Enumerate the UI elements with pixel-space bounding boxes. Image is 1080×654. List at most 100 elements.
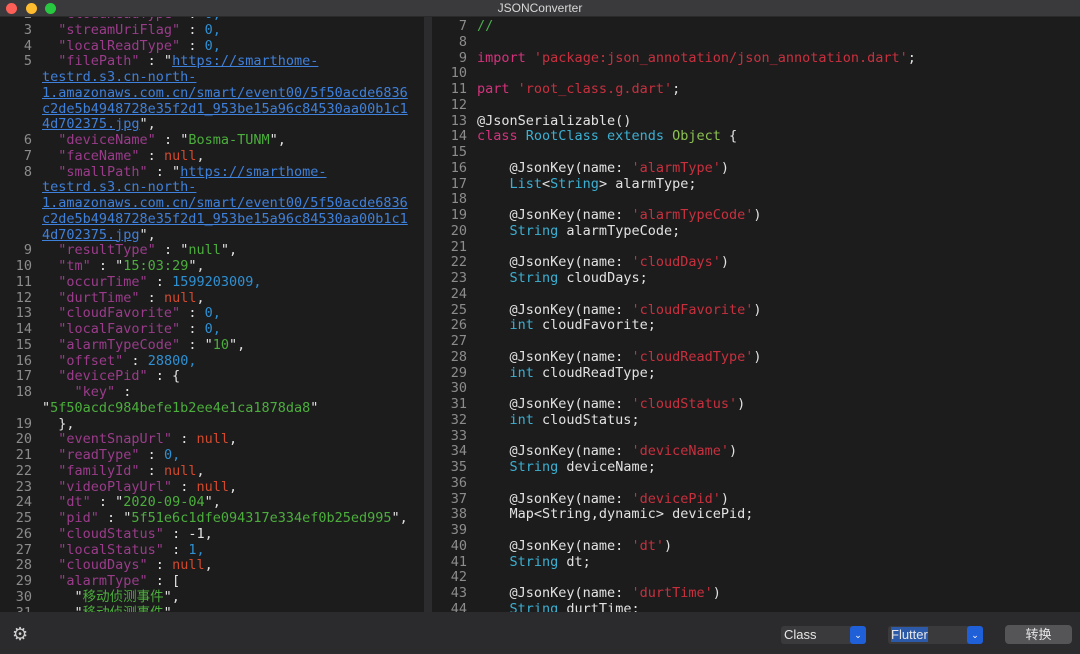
code-token: : [139,447,164,463]
code-token: 1, [188,541,205,558]
code-token: 'cloudStatus' [631,396,738,412]
code-token: 0, [204,305,221,322]
code-line: 3 "streamUriFlag" : 0, [0,21,412,39]
line-number: 8 [23,163,32,180]
code-token: String [509,270,559,286]
line-number: 25 [15,510,32,526]
line-number: 15 [15,336,32,353]
code-line: 30 [432,380,1080,397]
code-token: "videoPlayUrl" [42,478,173,495]
line-number: 13 [15,305,32,322]
code-token: durtTime; [558,600,640,612]
type-select[interactable]: Class ⌄ [781,626,866,644]
code-token: String [509,553,559,570]
code-token: : [139,147,164,164]
code-line: 41 String dt; [432,553,1080,571]
code-token: : " [147,163,181,180]
line-number: 28 [15,557,32,574]
code-token: "durtTime" [42,289,140,306]
code-output-editor[interactable]: 7 // 8 9 import 'package:json_annotation/js… [432,17,1080,612]
code-line: 32 int cloudStatus; [432,411,1080,429]
code-token: ) [712,585,721,601]
code-token: ", [220,242,238,259]
code-token: null [163,147,197,164]
code-token: @JsonKey(name: [477,159,632,176]
code-line: 36 [432,475,1080,492]
code-token: class [477,128,518,145]
code-token: cloudStatus; [533,411,640,428]
language-select[interactable]: Flutter ⌄ [888,626,983,644]
code-token: null [196,431,229,448]
code-token: " [42,588,83,605]
line-number: 35 [450,459,467,475]
code-line: 19 @JsonKey(name: 'alarmTypeCode') [432,207,1080,224]
code-token: Map<String,dynamic> devicePid; [477,506,754,523]
code-token: : -1, [163,525,213,542]
code-token: ) [720,159,729,176]
convert-button[interactable]: 转换 [1005,625,1072,644]
line-number: 7 [458,18,467,34]
line-number: 13 [450,112,467,129]
code-token: : " [90,494,124,511]
code-line: 9 "resultType" : "null", [0,242,412,259]
pane-divider[interactable] [424,17,432,612]
code-token: "tm" [42,258,91,274]
code-token: : [180,305,205,322]
code-token: dt; [558,553,591,570]
code-token: part [477,81,510,97]
line-number: 26 [15,525,32,542]
json-input-editor[interactable]: 2 "cloudReadType" : 0,3 "streamUriFlag" … [0,17,424,612]
line-number: 14 [15,321,32,337]
code-token: "alarmTypeCode" [42,336,181,353]
code-token: : [180,37,205,54]
code-token: "streamUriFlag" [42,21,181,38]
code-token: { [720,128,738,145]
code-token: 'durtTime' [631,585,713,601]
code-line: 25 "pid" : "5f51e6c1dfe094317e334ef0b25e… [0,510,412,527]
line-number: 43 [450,585,467,601]
code-token: : [172,431,197,448]
code-token: 移动侦测事件 [82,588,164,605]
gear-icon[interactable]: ⚙ [12,625,30,643]
code-line: 8 [432,34,1080,51]
code-token: cloudFavorite; [533,317,656,334]
code-token: "readType" [42,447,140,463]
line-number: 22 [450,254,467,271]
code-line: 13 "cloudFavorite" : 0, [0,305,412,322]
line-number: 11 [15,273,32,290]
language-select-value: Flutter [891,627,928,642]
line-number: 42 [450,569,467,586]
code-line: 34 @JsonKey(name: 'deviceName') [432,443,1080,460]
code-token: "cloudDays" [42,557,148,574]
code-line: 26 "cloudStatus" : -1, [0,525,412,543]
line-number: 9 [23,242,32,259]
code-token: "cloudFavorite" [42,305,181,322]
code-line: 22 "familyId" : null, [0,462,412,480]
code-token: "occurTime" [42,273,148,290]
code-line: 20 "eventSnapUrl" : null, [0,431,412,448]
code-token: ) [753,301,762,318]
code-token: String [550,175,599,192]
code-line: 27 [432,333,1080,350]
line-number: 18 [450,191,467,208]
chevron-down-icon: ⌄ [850,626,866,644]
line-number: 23 [15,478,32,495]
code-line: 22 @JsonKey(name: 'cloudDays') [432,254,1080,271]
code-token: @JsonKey(name: [477,207,632,223]
line-number: 20 [15,431,32,448]
code-token: : " [155,242,189,259]
line-number: 23 [450,270,467,286]
code-line: 9 import 'package:json_annotation/json_an… [432,49,1080,67]
code-line: 27 "localStatus" : 1, [0,541,412,559]
line-number: 11 [450,81,467,97]
line-number: 17 [15,368,32,385]
code-line: 14 class RootClass extends Object { [432,128,1080,145]
code-token: ; [907,49,916,66]
code-token: null [163,462,197,479]
